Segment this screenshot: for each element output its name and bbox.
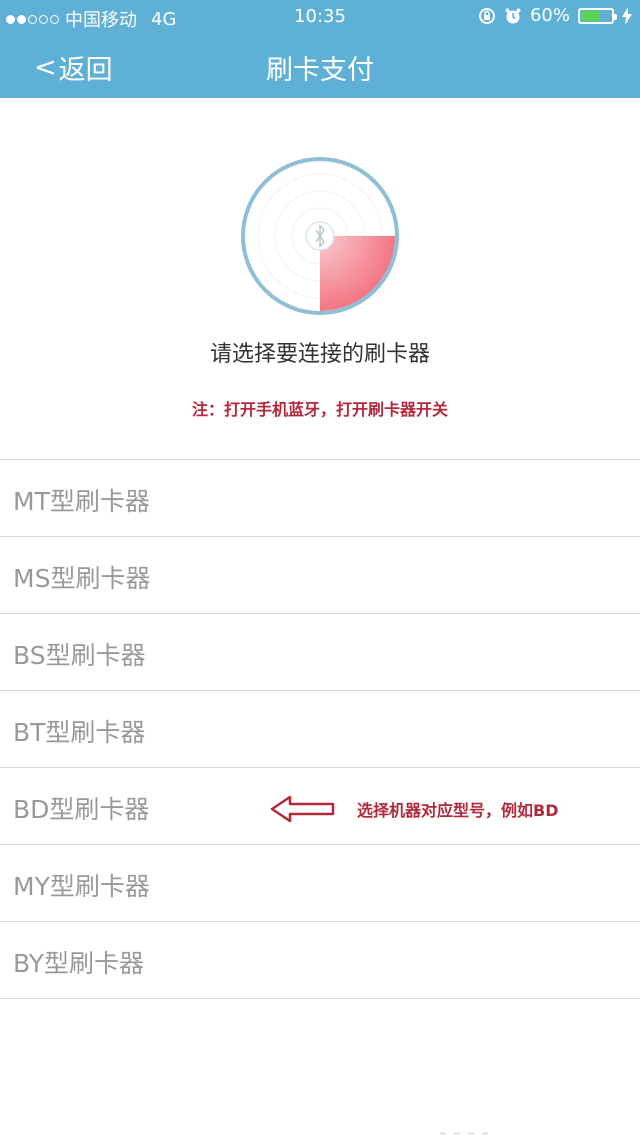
status-right: 60% <box>478 5 632 26</box>
list-item-label: MT型刷卡器 <box>13 487 150 516</box>
connect-prompt: 请选择要连接的刷卡器 <box>209 342 430 367</box>
navigation-bar: < 返回 刷卡支付 <box>0 34 640 98</box>
list-item-bt-reader[interactable]: BT型刷卡器 <box>0 691 640 768</box>
alarm-icon <box>505 8 521 23</box>
back-button[interactable]: < 返回 <box>34 48 113 87</box>
list-item-ms-reader[interactable]: MS型刷卡器 <box>0 537 640 614</box>
bluetooth-scan-radar <box>241 157 399 315</box>
list-item-label: MS型刷卡器 <box>13 564 151 593</box>
card-reader-list: MT型刷卡器 MS型刷卡器 BS型刷卡器 BT型刷卡器 BD型刷卡器 MY型刷卡… <box>0 459 640 999</box>
list-item-mt-reader[interactable]: MT型刷卡器 <box>0 460 640 537</box>
watermark-dots <box>440 1120 560 1135</box>
instruction-note: 注：打开手机蓝牙，打开刷卡器开关 <box>191 400 448 419</box>
charging-icon <box>622 6 632 25</box>
annotation-text: 选择机器对应型号，例如BD <box>357 801 559 820</box>
left-arrow-icon <box>270 795 335 823</box>
chevron-left-icon: < <box>34 52 57 83</box>
list-item-label: MY型刷卡器 <box>13 872 150 901</box>
list-item-my-reader[interactable]: MY型刷卡器 <box>0 845 640 922</box>
back-label: 返回 <box>58 55 113 86</box>
battery-percent: 60% <box>529 5 570 26</box>
lock-rotation-icon <box>478 7 495 24</box>
list-item-label: BD型刷卡器 <box>13 795 150 824</box>
radar-sweep <box>320 236 395 311</box>
list-item-label: BT型刷卡器 <box>13 718 146 747</box>
list-item-bs-reader[interactable]: BS型刷卡器 <box>0 614 640 691</box>
list-item-by-reader[interactable]: BY型刷卡器 <box>0 922 640 999</box>
battery-icon <box>578 7 617 24</box>
list-item-label: BS型刷卡器 <box>13 641 146 670</box>
list-item-label: BY型刷卡器 <box>13 949 145 978</box>
status-bar: 中国移动 4G 10:35 60% <box>0 0 640 34</box>
